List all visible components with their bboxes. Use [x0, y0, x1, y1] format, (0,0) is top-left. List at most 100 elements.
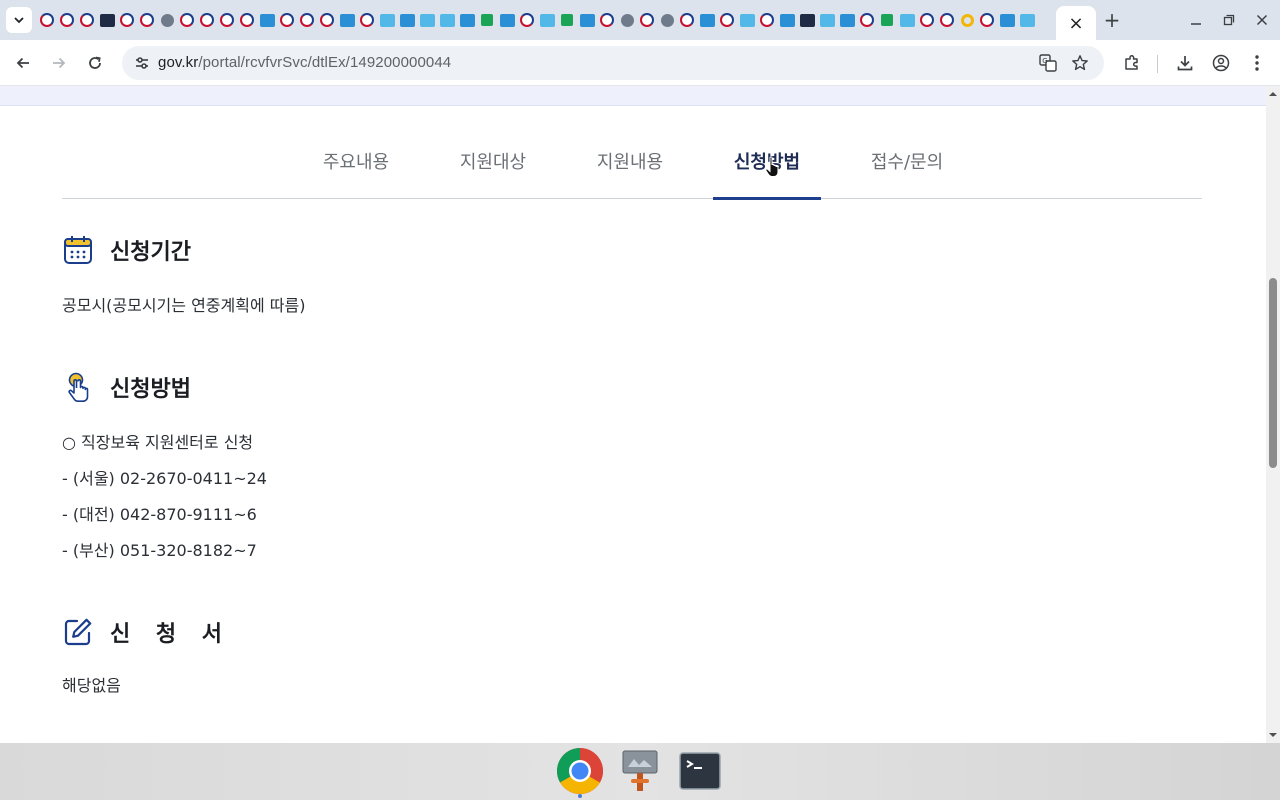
image-viewer-icon[interactable]	[616, 747, 664, 795]
profile-button[interactable]	[1207, 49, 1235, 77]
tab-favicon[interactable]	[758, 11, 776, 29]
reload-button[interactable]	[81, 49, 109, 77]
dark-favicon-icon	[799, 13, 815, 27]
restore-button[interactable]	[1219, 10, 1239, 30]
tab-favicon[interactable]	[358, 11, 376, 29]
tab-favicon[interactable]	[858, 11, 876, 29]
active-tab[interactable]: ×	[1056, 6, 1096, 40]
tab-favicon[interactable]	[818, 11, 836, 29]
scroll-up-icon[interactable]	[1268, 89, 1278, 99]
plus-icon: +	[1103, 8, 1121, 32]
tab-favicon[interactable]	[58, 11, 76, 29]
tab-favicon[interactable]	[878, 11, 896, 29]
tab-favicon[interactable]	[738, 11, 756, 29]
blue-favicon-icon	[499, 13, 515, 27]
menu-button[interactable]	[1243, 49, 1271, 77]
tab-favicon[interactable]	[958, 11, 976, 29]
tab-favicon[interactable]	[438, 11, 456, 29]
tab-favicon[interactable]	[278, 11, 296, 29]
download-icon	[1177, 56, 1193, 71]
tab-favicon[interactable]	[38, 11, 56, 29]
tab-favicon[interactable]	[458, 11, 476, 29]
tab-support-content[interactable]: 지원내용	[596, 148, 664, 199]
gov-favicon-icon	[980, 13, 994, 27]
extensions-button[interactable]	[1118, 49, 1146, 77]
tab-eligibility[interactable]: 지원대상	[459, 148, 527, 199]
tab-favicon[interactable]	[618, 11, 636, 29]
forward-button[interactable]	[45, 49, 73, 77]
tab-favicon[interactable]	[198, 11, 216, 29]
site-info-icon[interactable]	[132, 53, 152, 73]
scroll-down-icon[interactable]	[1268, 730, 1278, 740]
page-content: 주요내용 지원대상 지원내용 신청방법 접수/문의 신청기간 공모시(공모시기는…	[0, 86, 1266, 743]
tab-favicon[interactable]	[378, 11, 396, 29]
tab-favicon[interactable]	[318, 11, 336, 29]
tab-favicon[interactable]	[498, 11, 516, 29]
taskbar	[0, 743, 1280, 800]
close-tab-icon[interactable]: ×	[1068, 13, 1083, 34]
arrow-right-icon	[53, 57, 66, 69]
puzzle-icon	[1125, 54, 1138, 70]
tab-favicon[interactable]	[938, 11, 956, 29]
blue-favicon-icon	[839, 13, 855, 27]
tab-favicon[interactable]	[218, 11, 236, 29]
tab-favicon[interactable]	[678, 11, 696, 29]
tab-contact[interactable]: 접수/문의	[870, 148, 944, 199]
minimize-button[interactable]	[1186, 10, 1206, 30]
tab-favicon[interactable]	[998, 11, 1016, 29]
method-line: ○ 직장보육 지원센터로 신청	[62, 433, 254, 452]
section-form-header: 신 청 서	[62, 615, 231, 649]
chrome-icon[interactable]	[556, 747, 604, 798]
blue-favicon-icon	[999, 13, 1015, 27]
running-indicator	[578, 794, 582, 798]
tab-favicon[interactable]	[338, 11, 356, 29]
tab-favicon[interactable]	[418, 11, 436, 29]
tab-favicon[interactable]	[518, 11, 536, 29]
tab-favicon[interactable]	[1018, 11, 1036, 29]
scroll-thumb[interactable]	[1269, 278, 1277, 468]
tab-favicon[interactable]	[78, 11, 96, 29]
gov-favicon-icon	[120, 13, 134, 27]
tab-favicon[interactable]	[698, 11, 716, 29]
terminal-icon[interactable]	[676, 747, 724, 795]
tab-favicon[interactable]	[918, 11, 936, 29]
tab-favicon[interactable]	[158, 11, 176, 29]
tab-favicon[interactable]	[138, 11, 156, 29]
tab-favicon[interactable]	[838, 11, 856, 29]
tab-search-button[interactable]	[6, 7, 32, 33]
tab-favicon[interactable]	[598, 11, 616, 29]
sky-favicon-icon	[539, 13, 555, 27]
translate-icon[interactable]: G	[1038, 53, 1058, 73]
tab-favicon[interactable]	[658, 11, 676, 29]
tab-favicon[interactable]	[798, 11, 816, 29]
gov-favicon-icon	[640, 13, 654, 27]
tab-main-content[interactable]: 주요내용	[322, 148, 390, 199]
browser-toolbar: gov.kr/portal/rcvfvrSvc/dtlEx/1492000000…	[0, 40, 1280, 86]
sky-favicon-icon	[1019, 13, 1035, 27]
tab-favicon[interactable]	[118, 11, 136, 29]
tab-favicon[interactable]	[898, 11, 916, 29]
tab-favicon[interactable]	[178, 11, 196, 29]
new-tab-button[interactable]: +	[1102, 10, 1122, 30]
tab-favicon[interactable]	[298, 11, 316, 29]
tab-favicon[interactable]	[778, 11, 796, 29]
tab-favicon[interactable]	[978, 11, 996, 29]
tab-favicon[interactable]	[578, 11, 596, 29]
url-path: /portal/rcvfvrSvc/dtlEx/149200000044	[198, 54, 452, 71]
tab-favicon[interactable]	[558, 11, 576, 29]
tab-favicon[interactable]	[638, 11, 656, 29]
tab-favicon[interactable]	[398, 11, 416, 29]
back-button[interactable]	[9, 49, 37, 77]
downloads-button[interactable]	[1171, 49, 1199, 77]
tab-favicon[interactable]	[478, 11, 496, 29]
tab-favicon[interactable]	[538, 11, 556, 29]
tab-favicon[interactable]	[718, 11, 736, 29]
close-window-button[interactable]	[1252, 10, 1272, 30]
page-scrollbar[interactable]	[1266, 86, 1280, 743]
tab-favicon[interactable]	[98, 11, 116, 29]
tab-favicon[interactable]	[238, 11, 256, 29]
bookmark-star-icon[interactable]	[1070, 53, 1090, 73]
gov-favicon-icon	[360, 13, 374, 27]
address-bar[interactable]: gov.kr/portal/rcvfvrSvc/dtlEx/1492000000…	[122, 46, 1104, 80]
tab-favicon[interactable]	[258, 11, 276, 29]
